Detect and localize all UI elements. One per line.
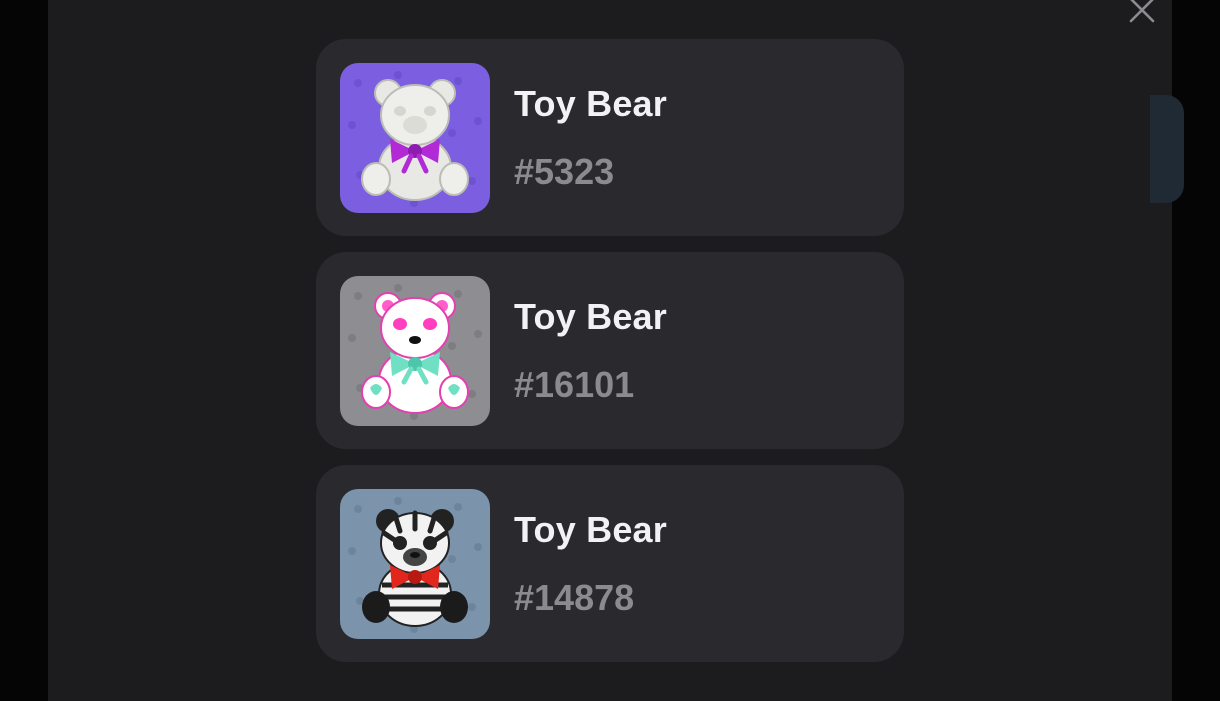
bear-icon	[340, 276, 490, 426]
item-number: #14878	[514, 577, 635, 618]
item-card[interactable]: Toy Bear #16101	[316, 252, 904, 449]
item-name: Toy Bear	[514, 83, 667, 124]
item-thumbnail	[340, 276, 490, 426]
item-number: #5323	[514, 151, 615, 192]
collectibles-modal: Toy Bear #5323 Toy Bear #16101 Toy Bear …	[48, 0, 1172, 701]
item-card[interactable]: Toy Bear #14878	[316, 465, 904, 662]
item-thumbnail	[340, 489, 490, 639]
bear-icon	[340, 63, 490, 213]
item-name: Toy Bear	[514, 509, 667, 550]
item-name: Toy Bear	[514, 296, 667, 337]
item-card[interactable]: Toy Bear #5323	[316, 39, 904, 236]
item-number: #16101	[514, 364, 635, 405]
close-button[interactable]	[1126, 0, 1158, 26]
item-list: Toy Bear #5323 Toy Bear #16101 Toy Bear …	[316, 39, 904, 678]
close-icon	[1129, 0, 1155, 23]
item-thumbnail	[340, 63, 490, 213]
bear-icon	[340, 489, 490, 639]
